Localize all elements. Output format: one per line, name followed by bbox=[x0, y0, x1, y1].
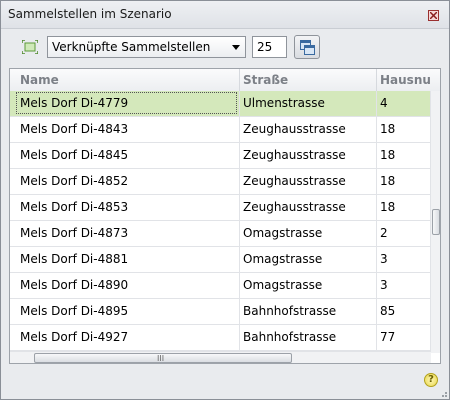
cell-name: Mels Dorf Di-4843 bbox=[20, 122, 129, 136]
table-row[interactable]: Mels Dorf Di-4895 Bahnhofstrasse 85 bbox=[10, 299, 431, 325]
table-row[interactable]: Mels Dorf Di-4843 Zeughausstrasse 18 bbox=[10, 117, 431, 143]
cell-hausnummer: 18 bbox=[380, 174, 396, 188]
cell-strasse: Bahnhofstrasse bbox=[243, 330, 337, 344]
table-row[interactable]: Mels Dorf Di-4873 Omagstrasse 2 bbox=[10, 221, 431, 247]
help-icon[interactable]: ? bbox=[424, 373, 438, 387]
collection-points-table: Name Straße Hausnu Mels Dorf Di-4779 Ulme… bbox=[9, 68, 441, 364]
cell-divider bbox=[376, 117, 377, 143]
cell-name: Mels Dorf Di-4845 bbox=[20, 148, 129, 162]
cell-divider bbox=[376, 169, 377, 195]
cell-divider bbox=[376, 221, 377, 247]
cell-hausnummer: 3 bbox=[380, 278, 388, 292]
cell-divider bbox=[376, 247, 377, 273]
cell-hausnummer: 18 bbox=[380, 200, 396, 214]
cell-name: Mels Dorf Di-4890 bbox=[20, 278, 129, 292]
vertical-scroll-thumb[interactable] bbox=[432, 209, 440, 235]
cell-divider bbox=[239, 221, 240, 247]
resize-grip-icon[interactable] bbox=[438, 388, 448, 398]
table-row[interactable]: Mels Dorf Di-4852 Zeughausstrasse 18 bbox=[10, 169, 431, 195]
column-header-name[interactable]: Name bbox=[20, 73, 230, 87]
vertical-scrollbar[interactable] bbox=[430, 91, 440, 353]
cell-strasse: Zeughausstrasse bbox=[243, 174, 346, 188]
cell-hausnummer: 4 bbox=[380, 96, 388, 110]
cell-name: Mels Dorf Di-4927 bbox=[20, 330, 129, 344]
cell-divider bbox=[239, 299, 240, 325]
cell-strasse: Zeughausstrasse bbox=[243, 122, 346, 136]
cell-divider bbox=[376, 143, 377, 169]
column-separator[interactable] bbox=[239, 69, 240, 91]
cell-hausnummer: 77 bbox=[380, 330, 396, 344]
count-field[interactable]: 25 bbox=[252, 36, 287, 58]
cell-divider bbox=[376, 195, 377, 221]
horizontal-scrollbar[interactable]: III bbox=[10, 351, 431, 363]
cell-divider bbox=[239, 247, 240, 273]
cell-name: Mels Dorf Di-4779 bbox=[20, 96, 129, 110]
table-row[interactable]: Mels Dorf Di-4845 Zeughausstrasse 18 bbox=[10, 143, 431, 169]
cell-strasse: Omagstrasse bbox=[243, 278, 323, 292]
cell-strasse: Bahnhofstrasse bbox=[243, 304, 337, 318]
cell-hausnummer: 18 bbox=[380, 148, 396, 162]
table-header: Name Straße Hausnu bbox=[10, 69, 440, 92]
table-row[interactable]: Mels Dorf Di-4881 Omagstrasse 3 bbox=[10, 247, 431, 273]
cell-name: Mels Dorf Di-4881 bbox=[20, 252, 129, 266]
cell-hausnummer: 18 bbox=[380, 122, 396, 136]
table-row[interactable]: Mels Dorf Di-4927 Bahnhofstrasse 77 bbox=[10, 325, 431, 351]
close-button[interactable] bbox=[428, 10, 439, 21]
cell-divider bbox=[239, 117, 240, 143]
count-value: 25 bbox=[257, 40, 273, 54]
cell-strasse: Omagstrasse bbox=[243, 252, 323, 266]
cell-strasse: Zeughausstrasse bbox=[243, 148, 346, 162]
grip-icon: III bbox=[157, 354, 165, 363]
collection-filter-value: Verknüpfte Sammelstellen bbox=[52, 40, 211, 54]
cell-hausnummer: 3 bbox=[380, 252, 388, 266]
horizontal-scroll-thumb[interactable]: III bbox=[34, 353, 292, 363]
windows-icon bbox=[300, 40, 315, 55]
cell-divider bbox=[239, 273, 240, 299]
cell-divider bbox=[239, 143, 240, 169]
cell-divider bbox=[376, 273, 377, 299]
cell-divider bbox=[376, 299, 377, 325]
cell-hausnummer: 85 bbox=[380, 304, 396, 318]
title-bar: Sammelstellen im Szenario bbox=[1, 1, 449, 29]
fit-selection-icon[interactable] bbox=[22, 40, 38, 54]
window-toggle-button[interactable] bbox=[294, 35, 320, 59]
table-row[interactable]: Mels Dorf Di-4853 Zeughausstrasse 18 bbox=[10, 195, 431, 221]
cell-name: Mels Dorf Di-4895 bbox=[20, 304, 129, 318]
cell-strasse: Omagstrasse bbox=[243, 226, 323, 240]
close-icon bbox=[430, 12, 437, 19]
cell-strasse: Zeughausstrasse bbox=[243, 200, 346, 214]
collection-filter-select[interactable]: Verknüpfte Sammelstellen bbox=[47, 36, 246, 58]
cell-divider bbox=[376, 91, 377, 117]
column-header-strasse[interactable]: Straße bbox=[243, 73, 373, 87]
cell-divider bbox=[239, 91, 240, 117]
cell-name: Mels Dorf Di-4873 bbox=[20, 226, 129, 240]
window-title: Sammelstellen im Szenario bbox=[8, 7, 172, 21]
cell-divider bbox=[239, 325, 240, 351]
cell-divider bbox=[239, 195, 240, 221]
cell-name: Mels Dorf Di-4852 bbox=[20, 174, 129, 188]
cell-divider bbox=[376, 325, 377, 351]
sammelstellen-window: Sammelstellen im Szenario Verknüpfte Sam… bbox=[0, 0, 450, 400]
cell-hausnummer: 2 bbox=[380, 226, 388, 240]
cell-strasse: Ulmenstrasse bbox=[243, 96, 325, 110]
table-row[interactable]: Mels Dorf Di-4890 Omagstrasse 3 bbox=[10, 273, 431, 299]
table-row[interactable]: Mels Dorf Di-4779 Ulmenstrasse 4 bbox=[10, 91, 431, 117]
chevron-down-icon bbox=[232, 45, 240, 50]
table-body: Mels Dorf Di-4779 Ulmenstrasse 4 Mels Dorf … bbox=[10, 91, 431, 351]
column-separator[interactable] bbox=[376, 69, 377, 91]
column-header-hausnummer[interactable]: Hausnu bbox=[380, 73, 432, 87]
cell-name: Mels Dorf Di-4853 bbox=[20, 200, 129, 214]
cell-divider bbox=[239, 169, 240, 195]
